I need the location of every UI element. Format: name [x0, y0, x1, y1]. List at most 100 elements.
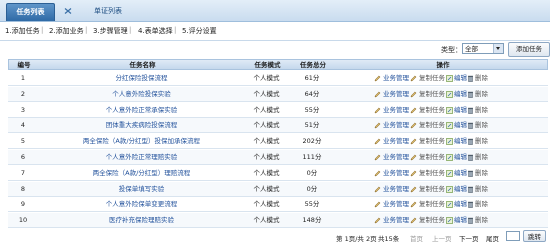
- copy-task-link[interactable]: 复制任务: [419, 71, 445, 86]
- copy-task-link[interactable]: 复制任务: [419, 213, 445, 228]
- copy-task-link[interactable]: 复制任务: [419, 166, 445, 181]
- step-step-management[interactable]: 3.步骤管理: [93, 26, 128, 36]
- next-page-link[interactable]: 下一页: [459, 233, 479, 243]
- business-manage-link[interactable]: 业务管理: [383, 150, 409, 165]
- pencil-icon: [410, 122, 417, 129]
- task-name-link[interactable]: 个人意外险保单变更流程: [38, 197, 245, 212]
- business-manage-link[interactable]: 业务管理: [383, 87, 409, 102]
- business-manage-link[interactable]: 业务管理: [383, 134, 409, 149]
- step-form-select[interactable]: 4.表单选择: [138, 26, 173, 36]
- task-mode: 个人模式: [253, 89, 280, 98]
- delete-link[interactable]: 删除: [475, 87, 488, 102]
- business-manage-link[interactable]: 业务管理: [383, 103, 409, 118]
- delete-link[interactable]: 删除: [475, 71, 488, 86]
- close-icon[interactable]: [64, 8, 72, 14]
- table-row: 5 两全保险（A款/分红型）投保加承保流程 个人模式 202分 业务管理 复制任务 编辑 删除: [8, 134, 548, 150]
- task-mode: 个人模式: [253, 168, 280, 177]
- delete-link[interactable]: 删除: [475, 118, 488, 133]
- business-manage-link[interactable]: 业务管理: [383, 166, 409, 181]
- copy-task-link[interactable]: 复制任务: [419, 134, 445, 149]
- task-name-link[interactable]: 两全保险（A款/分红型）理赔流程: [38, 166, 245, 181]
- table-row: 10 医疗补充保险理赔实验 个人模式 148分 业务管理 复制任务 编辑 删除: [8, 213, 548, 229]
- copy-task-link[interactable]: 复制任务: [419, 118, 445, 133]
- type-select-value: 全部: [465, 45, 478, 53]
- copy-task-link[interactable]: 复制任务: [419, 87, 445, 102]
- edit-icon: [446, 90, 453, 98]
- edit-link[interactable]: 编辑: [454, 71, 467, 86]
- header-task-name: 任务名称: [129, 61, 156, 69]
- tab-task-list[interactable]: 任务列表: [6, 3, 55, 21]
- business-manage-link[interactable]: 业务管理: [383, 71, 409, 86]
- step-add-task[interactable]: 1.添加任务: [5, 26, 40, 36]
- add-task-button[interactable]: 添加任务: [508, 42, 550, 57]
- task-name-link[interactable]: 个人意外险正常理赔实验: [38, 150, 245, 165]
- edit-link[interactable]: 编辑: [454, 134, 467, 149]
- task-name-link[interactable]: 两全保险（A款/分红型）投保加承保流程: [38, 134, 245, 149]
- business-manage-link[interactable]: 业务管理: [383, 213, 409, 228]
- delete-link[interactable]: 删除: [475, 103, 488, 118]
- task-name-link[interactable]: 投保单填写实验: [38, 182, 245, 197]
- delete-link[interactable]: 删除: [475, 166, 488, 181]
- task-name-link[interactable]: 个人意外险正常承保实验: [38, 103, 245, 118]
- copy-task-link[interactable]: 复制任务: [419, 150, 445, 165]
- step-add-business[interactable]: 2.添加业务: [49, 26, 84, 36]
- pencil-icon: [374, 217, 381, 224]
- table-row: 4 团体重大疾病险投保流程 个人模式 51分 业务管理 复制任务 编辑 删除: [8, 118, 548, 134]
- row-operations: 业务管理 复制任务 编辑 删除: [370, 197, 548, 212]
- edit-link[interactable]: 编辑: [454, 182, 467, 197]
- task-mode: 个人模式: [253, 184, 280, 193]
- edit-link[interactable]: 编辑: [454, 118, 467, 133]
- row-operations: 业务管理 复制任务 编辑 删除: [370, 71, 548, 86]
- step-separator: |: [85, 26, 88, 34]
- table-row: 2 个人意外险投保实验 个人模式 64分 业务管理 复制任务 编辑 删除: [8, 86, 548, 102]
- task-score: 111分: [302, 153, 322, 161]
- table-row: 7 两全保险（A款/分红型）理赔流程 个人模式 0分 业务管理 复制任务 编辑 删除: [8, 166, 548, 181]
- business-manage-link[interactable]: 业务管理: [383, 182, 409, 197]
- task-name-link[interactable]: 个人意外险投保实验: [38, 87, 245, 102]
- prev-page-link[interactable]: 上一页: [432, 233, 452, 243]
- delete-link[interactable]: 删除: [475, 182, 488, 197]
- table-header: 编号 任务名称 任务模式 任务总分 操作: [8, 59, 548, 70]
- edit-link[interactable]: 编辑: [454, 213, 467, 228]
- pencil-icon: [374, 154, 381, 161]
- edit-link[interactable]: 编辑: [454, 87, 467, 102]
- tab-document-list[interactable]: 单证列表: [88, 3, 128, 20]
- first-page-link[interactable]: 首页: [410, 233, 423, 243]
- business-manage-link[interactable]: 业务管理: [383, 197, 409, 212]
- copy-task-link[interactable]: 复制任务: [419, 103, 445, 118]
- task-name-link[interactable]: 医疗补充保险理赔实验: [38, 213, 245, 228]
- delete-link[interactable]: 删除: [475, 150, 488, 165]
- edit-link[interactable]: 编辑: [454, 103, 467, 118]
- header-task-score: 任务总分: [300, 61, 326, 69]
- step-score-settings[interactable]: 5.评分设置: [182, 26, 217, 36]
- task-name-link[interactable]: 分红保险投保流程: [38, 71, 245, 86]
- copy-task-link[interactable]: 复制任务: [419, 182, 445, 197]
- task-mode: 个人模式: [253, 200, 280, 209]
- chevron-down-icon[interactable]: [493, 44, 503, 53]
- type-select[interactable]: 全部: [462, 43, 504, 54]
- edit-link[interactable]: 编辑: [454, 197, 467, 212]
- total-count: 共15条: [378, 235, 400, 243]
- step-separator: |: [129, 26, 132, 34]
- go-button[interactable]: 跳转: [523, 230, 546, 242]
- header-task-mode: 任务模式: [254, 61, 281, 69]
- delete-link[interactable]: 删除: [475, 197, 488, 212]
- edit-icon: [446, 106, 453, 114]
- business-manage-link[interactable]: 业务管理: [383, 118, 409, 133]
- last-page-link[interactable]: 尾页: [486, 233, 499, 243]
- pencil-icon: [374, 91, 381, 98]
- copy-task-link[interactable]: 复制任务: [419, 197, 445, 212]
- edit-link[interactable]: 编辑: [454, 150, 467, 165]
- row-number: 1: [20, 74, 26, 82]
- page-number-input[interactable]: [506, 231, 520, 241]
- pencil-icon: [410, 186, 417, 192]
- delete-link[interactable]: 删除: [475, 134, 488, 149]
- table-row: 3 个人意外险正常承保实验 个人模式 55分 业务管理 复制任务 编辑 删除: [8, 103, 548, 118]
- task-mode: 个人模式: [253, 137, 280, 146]
- task-name-link[interactable]: 团体重大疾病险投保流程: [38, 118, 245, 133]
- edit-link[interactable]: 编辑: [454, 166, 467, 181]
- task-score: 148分: [302, 216, 322, 225]
- delete-link[interactable]: 删除: [475, 213, 488, 228]
- trash-icon: [468, 217, 473, 225]
- pencil-icon: [374, 201, 381, 208]
